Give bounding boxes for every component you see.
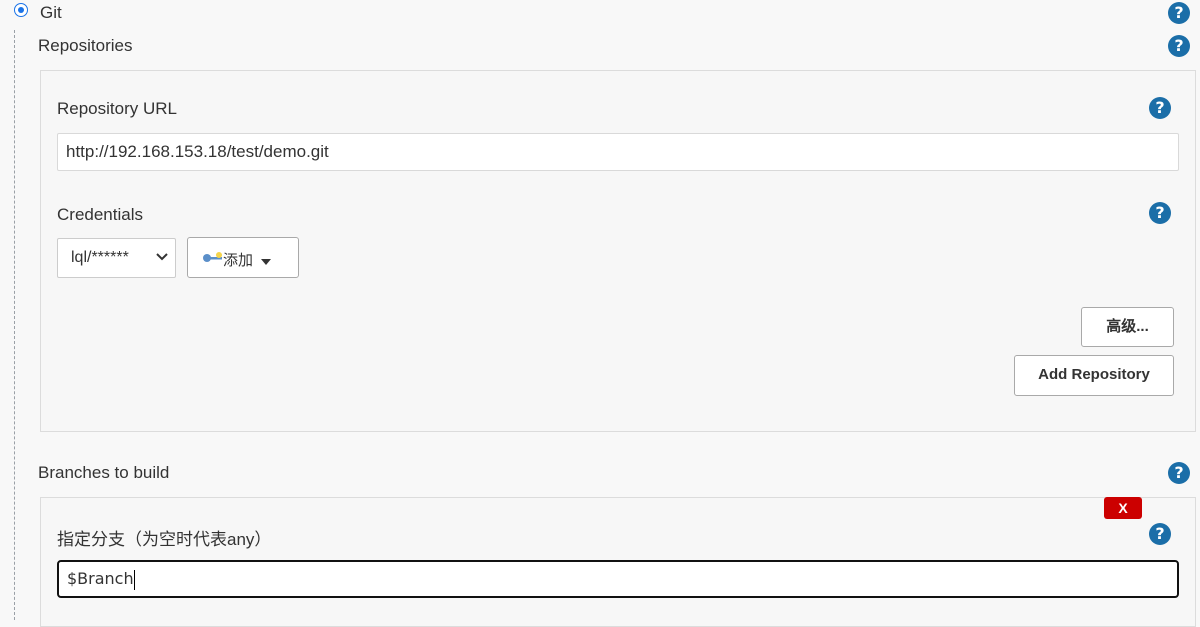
delete-branch-button[interactable]: X: [1104, 497, 1142, 519]
help-icon[interactable]: ?: [1149, 97, 1171, 119]
git-radio[interactable]: [14, 3, 28, 17]
repositories-heading: Repositories: [38, 36, 133, 55]
branch-specifier-label: 指定分支（为空时代表any）: [57, 530, 272, 549]
git-label: Git: [40, 3, 62, 22]
chevron-down-icon: [155, 250, 169, 264]
help-icon[interactable]: ?: [1149, 202, 1171, 224]
help-icon[interactable]: ?: [1168, 462, 1190, 484]
caret-down-icon: [261, 253, 271, 270]
section-guide-line: [14, 30, 15, 620]
advanced-button[interactable]: 高级...: [1081, 307, 1174, 347]
help-icon[interactable]: ?: [1168, 35, 1190, 57]
help-icon[interactable]: ?: [1149, 523, 1171, 545]
repository-url-label: Repository URL: [57, 99, 177, 118]
add-credentials-button[interactable]: 添加: [187, 237, 299, 278]
credentials-select[interactable]: lql/******: [57, 238, 176, 278]
credentials-selected-value: lql/******: [71, 249, 129, 266]
text-cursor: [133, 569, 135, 590]
key-icon: [202, 251, 224, 265]
add-credentials-label: 添加: [223, 252, 254, 269]
repository-url-input[interactable]: http://192.168.153.18/test/demo.git: [57, 133, 1179, 171]
credentials-label: Credentials: [57, 205, 143, 224]
branch-specifier-input[interactable]: $Branch: [57, 560, 1179, 598]
branch-panel: X 指定分支（为空时代表any） ? $Branch: [40, 497, 1196, 627]
branch-specifier-value: $Branch: [67, 569, 134, 588]
branches-heading: Branches to build: [38, 463, 170, 482]
help-icon[interactable]: ?: [1168, 2, 1190, 24]
add-repository-button[interactable]: Add Repository: [1014, 355, 1174, 396]
repository-panel: Repository URL ? http://192.168.153.18/t…: [40, 70, 1196, 432]
